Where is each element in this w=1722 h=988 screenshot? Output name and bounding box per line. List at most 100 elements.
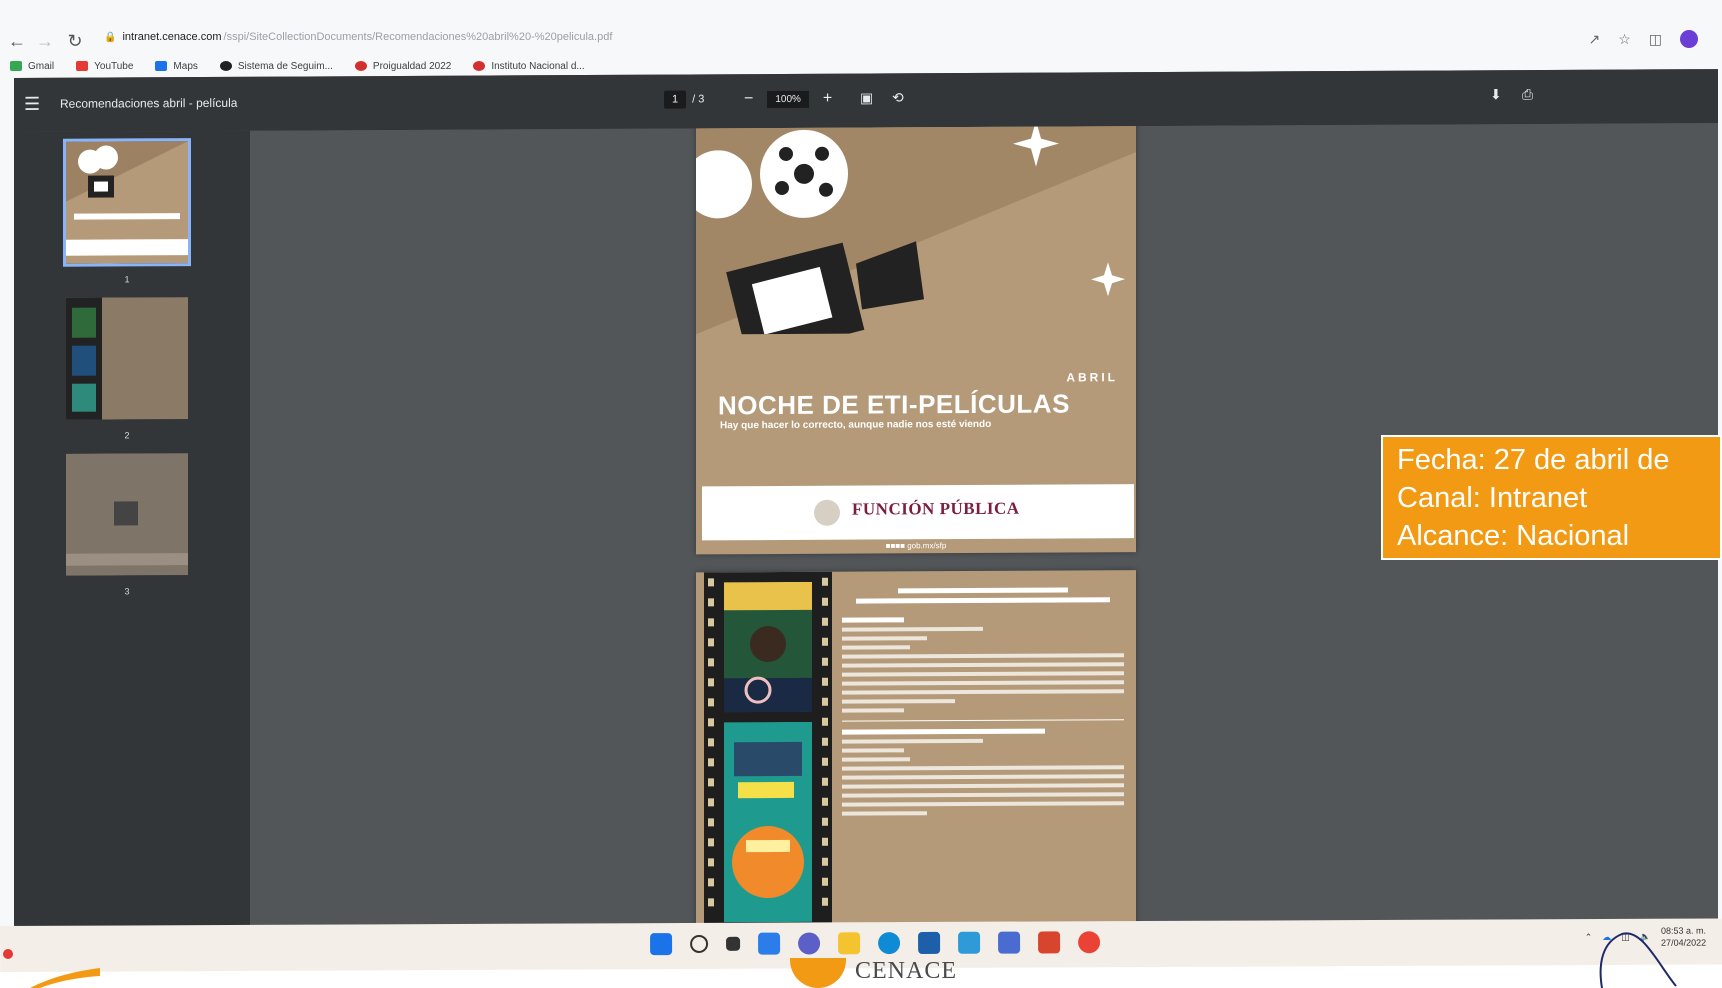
text-line xyxy=(842,783,1124,789)
page-number-input[interactable]: 1 xyxy=(664,90,687,109)
text-line xyxy=(842,689,1124,695)
pdf-page-1: ABRIL NOCHE DE ETI-PELÍCULAS Hay que hac… xyxy=(696,123,1136,555)
taskbar-apps xyxy=(650,931,1101,956)
movie-poster-image xyxy=(724,581,812,713)
edge-icon[interactable] xyxy=(878,932,901,955)
text-line xyxy=(842,757,910,762)
rotate-icon[interactable]: ⟲ xyxy=(892,89,904,106)
thumbnail-page-2[interactable]: 2 xyxy=(66,297,188,441)
url-host: intranet.cenace.com xyxy=(122,31,222,43)
youtube-icon xyxy=(76,61,89,71)
text-line xyxy=(842,653,1124,659)
zoom-level-input[interactable]: 100% xyxy=(767,90,809,108)
task-view-icon[interactable] xyxy=(726,936,741,951)
widgets-icon[interactable] xyxy=(758,932,781,955)
cover-footer-url: gob.mx/sfp xyxy=(907,541,947,551)
page-2-text-block xyxy=(842,582,1124,820)
thumbnail-image xyxy=(66,453,188,576)
chat-icon[interactable] xyxy=(798,932,821,955)
text-line xyxy=(842,626,983,632)
bookmark-proigualdad[interactable]: Proigualdad 2022 xyxy=(354,61,451,72)
decorative-swoosh xyxy=(0,949,100,988)
back-arrow-icon[interactable]: ← xyxy=(6,30,28,52)
bookmark-gmail[interactable]: Gmail xyxy=(10,61,54,72)
cover-tagline: Hay que hacer lo correcto, aunque nadie … xyxy=(720,418,992,432)
side-panel-icon[interactable]: ◫ xyxy=(1649,31,1662,48)
cenace-logo-mark xyxy=(790,958,846,988)
film-perforations xyxy=(708,578,714,907)
chrome-icon[interactable] xyxy=(1078,931,1101,954)
reload-icon[interactable]: ↻ xyxy=(64,30,86,52)
text-line xyxy=(898,587,1068,594)
office-icon[interactable] xyxy=(1038,931,1061,954)
teams-icon[interactable] xyxy=(998,931,1021,954)
thumbnail-image xyxy=(63,138,191,267)
fit-page-icon[interactable]: ▣ xyxy=(860,90,873,107)
toolbar-right: ↗ ☆ ◫ xyxy=(1588,26,1698,52)
search-icon[interactable] xyxy=(690,934,709,953)
url-path: /sspi/SiteCollectionDocuments/Recomendac… xyxy=(223,31,613,43)
store-icon[interactable] xyxy=(918,931,941,954)
document-title: Recomendaciones abril - película xyxy=(60,95,238,111)
address-field[interactable]: 🔒 intranet.cenace.com/sspi/SiteCollection… xyxy=(104,31,1584,51)
channel-line: Canal: Intranet xyxy=(1397,482,1588,514)
bookmark-instituto[interactable]: Instituto Nacional d... xyxy=(473,61,585,72)
menu-icon[interactable]: ☰ xyxy=(24,94,40,115)
thumbnail-number: 1 xyxy=(124,274,130,285)
cenace-logo-text: CENACE xyxy=(855,958,957,984)
government-seal-icon xyxy=(814,499,840,526)
text-line xyxy=(842,748,905,753)
trailer-link[interactable] xyxy=(842,708,905,713)
thumbnail-page-1[interactable]: 1 xyxy=(63,138,191,285)
page-total: / 3 xyxy=(692,93,705,106)
film-strip-posters xyxy=(704,571,832,927)
site-icon xyxy=(354,61,367,71)
text-line xyxy=(842,699,955,704)
thumbnail-sidebar: 1 2 3 xyxy=(14,130,250,931)
start-icon[interactable] xyxy=(650,933,673,956)
profile-avatar[interactable] xyxy=(1680,30,1698,48)
page-indicator: 1 / 3 xyxy=(664,86,704,112)
pdf-toolbar: ☰ Recomendaciones abril - película 1 / 3… xyxy=(14,69,1718,132)
text-line xyxy=(842,774,1124,780)
globe-icon xyxy=(219,61,232,71)
text-line xyxy=(842,738,983,744)
gmail-icon xyxy=(10,61,22,71)
publication-info-label: Fecha: 27 de abril de Canal: Intranet Al… xyxy=(1381,435,1722,560)
remote-desktop-icon[interactable] xyxy=(958,931,981,954)
divider xyxy=(842,719,1124,722)
handwritten-pen-mark xyxy=(1599,932,1677,988)
text-line xyxy=(842,801,1124,807)
projector-illustration xyxy=(696,123,1136,335)
text-line xyxy=(856,597,1110,604)
print-icon[interactable]: ⎙ xyxy=(1522,86,1533,103)
text-line xyxy=(842,811,927,816)
zoom-controls: − 100% + xyxy=(744,86,832,112)
thumbnail-number: 2 xyxy=(124,430,130,441)
movie-poster-image xyxy=(724,721,812,923)
pdf-page-2 xyxy=(696,570,1136,927)
zoom-in-button[interactable]: + xyxy=(823,90,832,108)
text-line xyxy=(842,680,1124,686)
site-icon xyxy=(473,61,486,71)
download-icon[interactable]: ⬇ xyxy=(1490,86,1502,103)
text-line xyxy=(842,617,905,623)
text-line xyxy=(842,671,1124,677)
bookmark-youtube[interactable]: YouTube xyxy=(76,61,133,72)
bookmark-sistema[interactable]: Sistema de Seguim... xyxy=(219,61,333,72)
text-line xyxy=(842,765,1124,771)
cover-month: ABRIL xyxy=(1066,370,1118,385)
forward-arrow-icon[interactable]: → xyxy=(34,30,56,52)
thumbnail-page-3[interactable]: 3 xyxy=(66,453,188,597)
share-icon[interactable]: ↗ xyxy=(1588,31,1600,48)
bookmark-maps[interactable]: Maps xyxy=(155,61,198,72)
bookmark-star-icon[interactable]: ☆ xyxy=(1618,31,1631,48)
text-line xyxy=(842,636,927,641)
text-line xyxy=(842,792,1124,798)
social-icons: ■■■■ xyxy=(885,541,908,551)
zoom-out-button[interactable]: − xyxy=(744,90,753,108)
file-explorer-icon[interactable] xyxy=(838,932,861,955)
thumbnail-number: 3 xyxy=(124,586,130,597)
thumbnail-image xyxy=(66,297,188,420)
text-line xyxy=(842,728,1046,735)
